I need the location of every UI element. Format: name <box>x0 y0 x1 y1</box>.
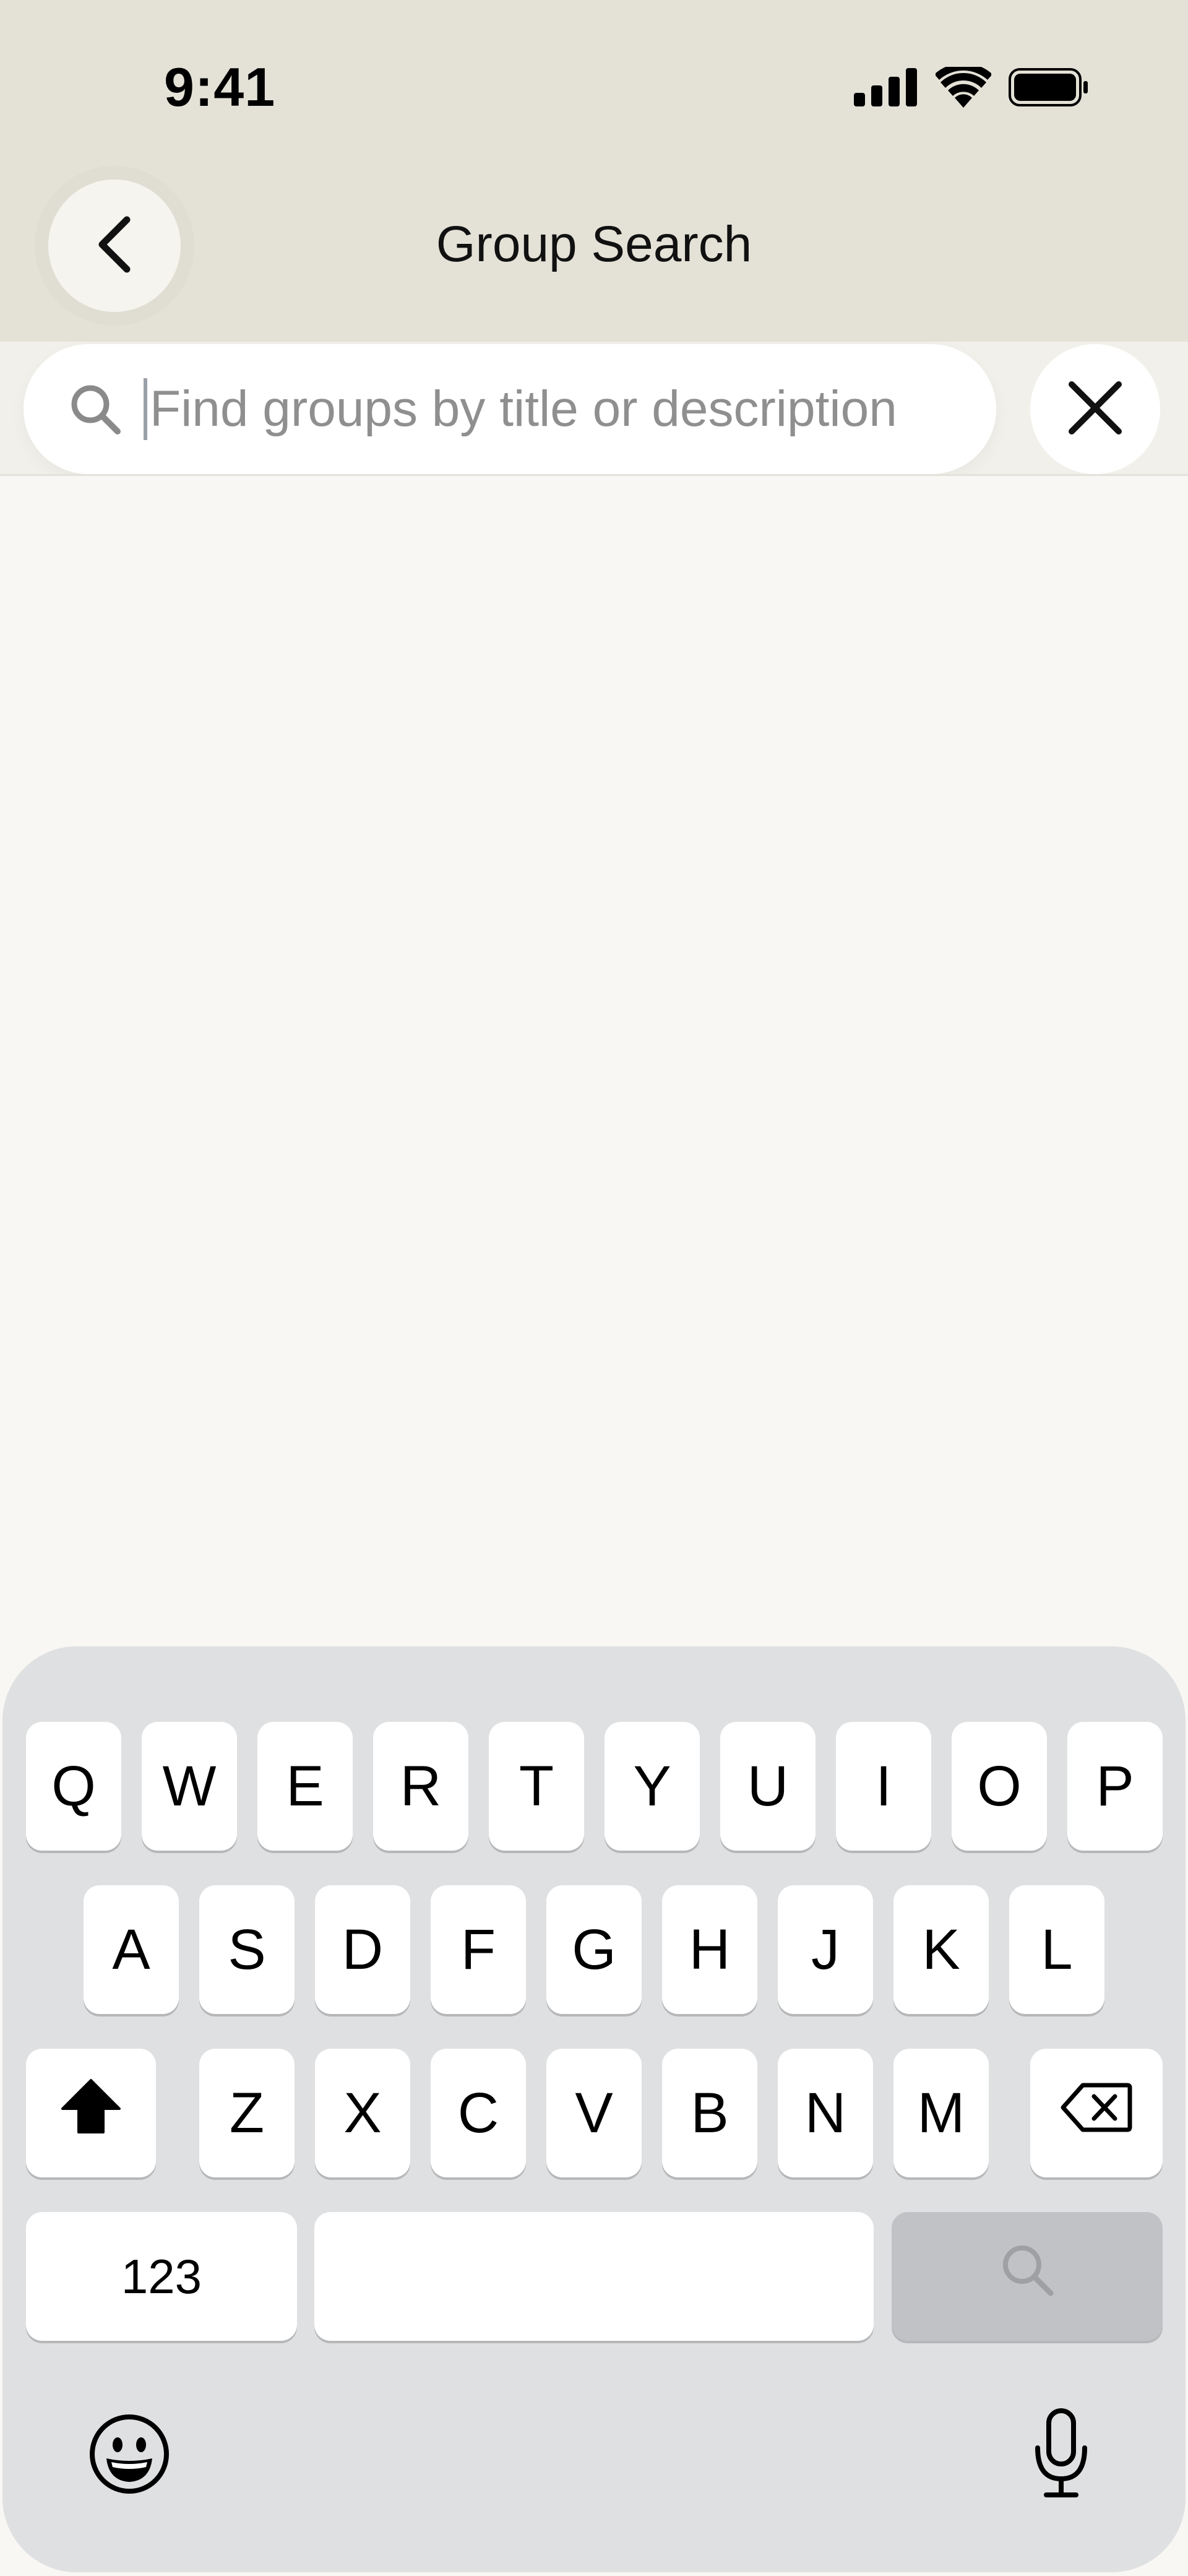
key-z[interactable]: Z <box>199 2049 295 2177</box>
emoji-icon <box>88 2413 171 2499</box>
key-label: U <box>747 1754 789 1818</box>
shift-icon <box>60 2078 122 2148</box>
search-results-area <box>0 476 1188 1646</box>
search-icon <box>999 2241 1056 2312</box>
key-label: F <box>460 1917 496 1981</box>
key-label: Y <box>633 1754 671 1818</box>
key-j[interactable]: J <box>778 1885 873 2014</box>
numbers-key[interactable]: 123 <box>26 2212 297 2341</box>
key-v[interactable]: V <box>546 2049 642 2177</box>
key-e[interactable]: E <box>257 1722 353 1851</box>
space-key[interactable] <box>314 2212 874 2341</box>
shift-key[interactable] <box>26 2049 156 2177</box>
group-search-screen: 9:41 Group Search Find groups by title o… <box>0 0 1188 2576</box>
key-n[interactable]: N <box>778 2049 873 2177</box>
backspace-icon <box>1061 2081 1132 2146</box>
key-a[interactable]: A <box>84 1885 179 2014</box>
search-key[interactable] <box>892 2212 1163 2341</box>
key-label: Q <box>51 1754 96 1818</box>
key-t[interactable]: T <box>489 1722 584 1851</box>
key-label: R <box>400 1754 442 1818</box>
key-g[interactable]: G <box>546 1885 642 2014</box>
key-k[interactable]: K <box>893 1885 989 2014</box>
key-label: H <box>689 1917 731 1981</box>
key-label: P <box>1096 1754 1134 1818</box>
key-label: 123 <box>121 2249 202 2304</box>
key-i[interactable]: I <box>836 1722 931 1851</box>
key-y[interactable]: Y <box>605 1722 700 1851</box>
key-s[interactable]: S <box>199 1885 295 2014</box>
key-label: I <box>876 1754 892 1818</box>
cellular-signal-icon <box>854 68 918 110</box>
key-label: B <box>691 2081 729 2145</box>
key-b[interactable]: B <box>662 2049 757 2177</box>
key-o[interactable]: O <box>952 1722 1047 1851</box>
key-q[interactable]: Q <box>26 1722 121 1851</box>
key-d[interactable]: D <box>315 1885 410 2014</box>
delete-key[interactable] <box>1030 2049 1163 2177</box>
on-screen-keyboard: Q W E R T Y U I O P A S D F G H J K L Z … <box>2 1646 1186 2572</box>
key-f[interactable]: F <box>431 1885 526 2014</box>
search-input[interactable] <box>150 380 973 438</box>
key-label: C <box>457 2081 499 2145</box>
key-x[interactable]: X <box>315 2049 410 2177</box>
key-label: W <box>162 1754 217 1818</box>
battery-icon <box>1009 68 1089 110</box>
key-label: T <box>519 1754 554 1818</box>
key-h[interactable]: H <box>662 1885 757 2014</box>
microphone-icon <box>1030 2407 1092 2503</box>
text-cursor <box>144 378 147 440</box>
key-label: J <box>811 1917 840 1981</box>
key-label: E <box>286 1754 324 1818</box>
key-label: X <box>343 2081 382 2145</box>
key-label: N <box>804 2081 846 2145</box>
search-field[interactable] <box>24 344 996 474</box>
status-time: 9:41 <box>164 56 276 118</box>
key-label: M <box>917 2081 965 2145</box>
key-label: O <box>977 1754 1022 1818</box>
key-u[interactable]: U <box>720 1722 816 1851</box>
close-icon <box>1065 378 1125 441</box>
key-r[interactable]: R <box>373 1722 468 1851</box>
key-label: G <box>572 1917 616 1981</box>
key-label: K <box>922 1917 960 1981</box>
key-p[interactable]: P <box>1067 1722 1163 1851</box>
key-label: Z <box>229 2081 265 2145</box>
status-icons <box>854 63 1089 111</box>
key-c[interactable]: C <box>431 2049 526 2177</box>
key-m[interactable]: M <box>893 2049 989 2177</box>
key-label: L <box>1041 1917 1073 1981</box>
key-label: D <box>342 1917 384 1981</box>
key-label: S <box>228 1917 266 1981</box>
dictation-button[interactable] <box>1015 2405 1108 2504</box>
emoji-button[interactable] <box>83 2409 176 2502</box>
wifi-icon <box>934 63 992 111</box>
clear-search-button[interactable] <box>1030 344 1160 474</box>
status-bar: 9:41 <box>0 0 1188 173</box>
key-label: A <box>112 1917 150 1981</box>
key-w[interactable]: W <box>142 1722 237 1851</box>
key-l[interactable]: L <box>1009 1885 1104 2014</box>
page-title: Group Search <box>436 216 752 272</box>
key-label: V <box>575 2081 613 2145</box>
magnifier-icon <box>64 378 126 440</box>
